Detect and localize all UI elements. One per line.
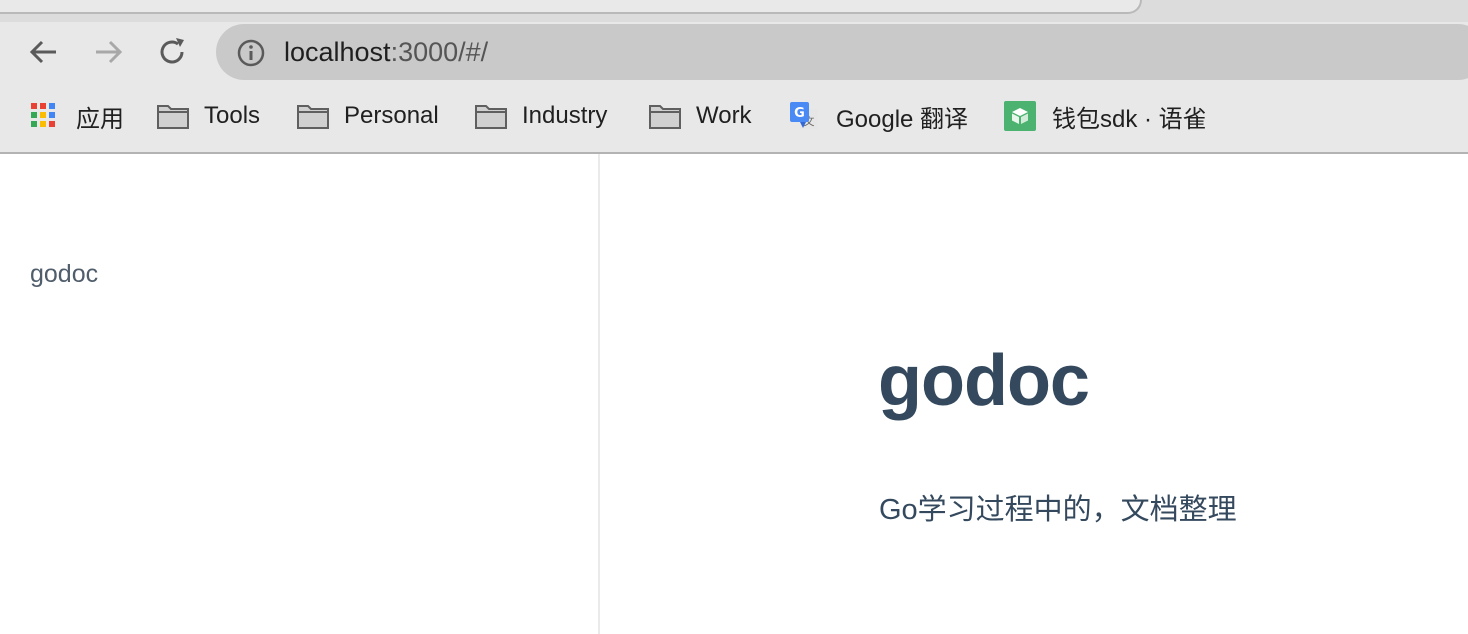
apps-grid-icon [28,101,62,131]
bookmark-label: Personal [344,102,439,129]
reload-icon [160,38,184,64]
sidebar: godoc [0,154,600,634]
folder-icon [648,101,682,131]
bookmark-folder-personal[interactable]: Personal [296,98,439,134]
sidebar-item-godoc[interactable]: godoc [30,260,98,289]
tab-strip [0,0,1468,22]
svg-text:G: G [794,106,805,121]
bookmark-label: Work [696,102,752,129]
browser-toolbar: localhost:3000/#/ [0,22,1468,84]
folder-icon [296,101,330,131]
url-text[interactable]: localhost:3000/#/ [284,37,488,68]
address-bar[interactable]: localhost:3000/#/ [216,24,1468,80]
bookmark-yuque[interactable]: 钱包sdk · 语雀 [1004,98,1207,134]
browser-window: localhost:3000/#/ 应用 Tools Personal Indu… [0,0,1468,634]
reload-button[interactable] [152,32,192,72]
bookmark-label: 钱包sdk · 语雀 [1052,105,1207,133]
bookmark-folder-work[interactable]: Work [648,98,752,134]
page-title: godoc [878,341,1090,421]
folder-icon [156,101,190,131]
active-tab[interactable] [0,0,1142,14]
bookmark-label: 应用 [76,105,124,133]
cover-description: Go学习过程中的，文档整理 [879,494,1237,526]
bookmark-google-translate[interactable]: 文 G Google 翻译 [788,98,968,134]
page-content: godoc godoc Go学习过程中的，文档整理 [0,154,1468,634]
bookmark-label: Industry [522,102,608,129]
bookmarks-bar: 应用 Tools Personal Industry Work 文 G Goog… [0,84,1468,154]
bookmark-label: Google 翻译 [836,105,969,133]
yuque-icon [1004,101,1038,131]
url-host: localhost [284,37,391,67]
forward-arrow-icon [96,40,123,64]
folder-icon [474,101,508,131]
google-translate-icon: 文 G [788,101,822,131]
forward-button[interactable] [88,32,128,72]
bookmark-label: Tools [204,102,261,129]
info-icon[interactable] [236,38,266,68]
back-arrow-icon [29,40,56,64]
bookmark-folder-tools[interactable]: Tools [156,98,260,134]
url-path: :3000/#/ [390,37,489,67]
cover-section: godoc Go学习过程中的，文档整理 [600,154,1468,634]
bookmark-folder-industry[interactable]: Industry [474,98,607,134]
back-button[interactable] [24,32,64,72]
bookmark-apps[interactable]: 应用 [28,98,124,134]
